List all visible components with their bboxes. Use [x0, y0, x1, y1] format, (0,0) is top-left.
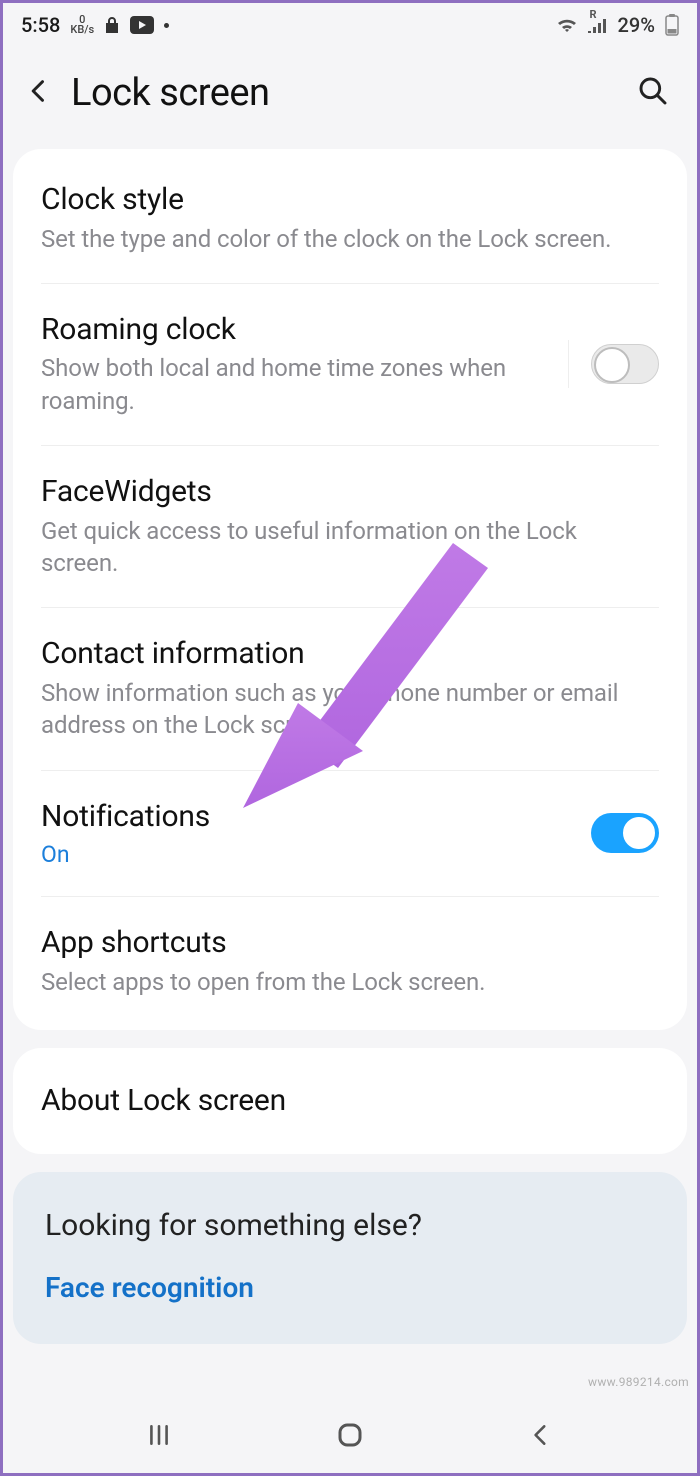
- wifi-icon: [556, 16, 578, 34]
- watermark: www.989214.com: [588, 1375, 689, 1389]
- battery-icon: [665, 14, 679, 36]
- row-clock-style[interactable]: Clock style Set the type and color of th…: [13, 153, 687, 283]
- notifications-toggle[interactable]: [591, 813, 659, 853]
- row-title: About Lock screen: [41, 1082, 643, 1120]
- battery-percentage: 29%: [618, 13, 655, 37]
- row-desc: Get quick access to useful information o…: [41, 515, 643, 580]
- page-title: Lock screen: [71, 71, 270, 115]
- row-contact-information[interactable]: Contact information Show information suc…: [13, 607, 687, 769]
- home-button[interactable]: [330, 1415, 370, 1455]
- more-notifications-dot: [164, 23, 169, 28]
- signal-icon: R: [588, 17, 608, 33]
- row-title: FaceWidgets: [41, 473, 643, 511]
- suggestion-heading: Looking for something else?: [45, 1208, 655, 1243]
- row-about-lock-screen[interactable]: About Lock screen: [13, 1052, 687, 1150]
- row-title: App shortcuts: [41, 924, 643, 962]
- row-title: Contact information: [41, 635, 643, 673]
- page-header: Lock screen: [3, 47, 697, 149]
- nav-back-button[interactable]: [521, 1415, 561, 1455]
- recents-button[interactable]: [139, 1415, 179, 1455]
- row-title: Clock style: [41, 181, 643, 219]
- roaming-clock-toggle[interactable]: [591, 344, 659, 384]
- back-button[interactable]: [25, 77, 53, 109]
- status-bar: 5:58 0 KB/s R 29%: [3, 3, 697, 47]
- suggestion-link-face-recognition[interactable]: Face recognition: [45, 1271, 655, 1304]
- row-desc: Set the type and color of the clock on t…: [41, 223, 643, 255]
- row-desc: Show both local and home time zones when…: [41, 352, 552, 417]
- row-notifications[interactable]: Notifications On: [13, 770, 687, 897]
- navigation-bar: [3, 1397, 697, 1473]
- row-status: On: [41, 841, 575, 868]
- row-app-shortcuts[interactable]: App shortcuts Select apps to open from t…: [13, 896, 687, 1026]
- row-roaming-clock[interactable]: Roaming clock Show both local and home t…: [13, 283, 687, 445]
- search-button[interactable]: [637, 75, 669, 111]
- lock-icon: [104, 15, 120, 35]
- row-face-widgets[interactable]: FaceWidgets Get quick access to useful i…: [13, 445, 687, 607]
- row-title: Notifications: [41, 798, 575, 836]
- row-desc: Show information such as your phone numb…: [41, 677, 643, 742]
- row-desc: Select apps to open from the Lock screen…: [41, 966, 643, 998]
- status-time: 5:58: [21, 13, 60, 37]
- row-title: Roaming clock: [41, 311, 552, 349]
- youtube-icon: [130, 16, 154, 34]
- settings-content: Clock style Set the type and color of th…: [3, 149, 697, 1397]
- suggestion-card: Looking for something else? Face recogni…: [13, 1172, 687, 1344]
- data-rate-indicator: 0 KB/s: [70, 15, 94, 35]
